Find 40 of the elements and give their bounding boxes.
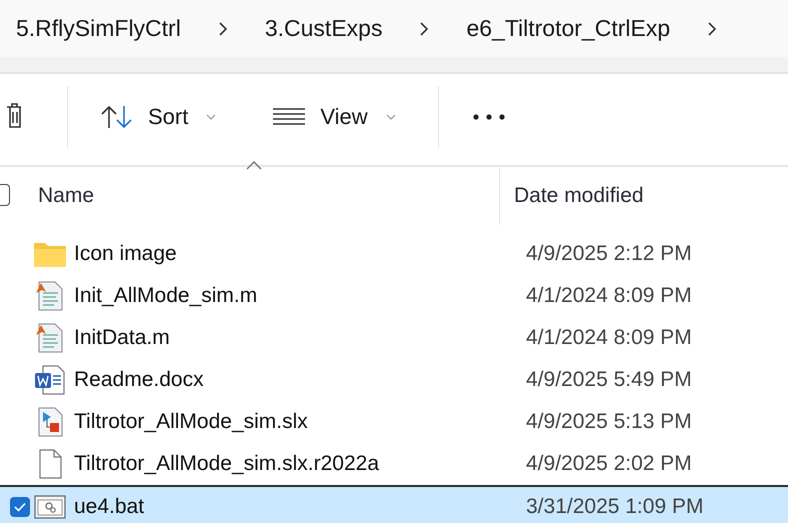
list-view-icon xyxy=(272,107,306,127)
file-name: ue4.bat xyxy=(74,495,144,519)
view-button[interactable]: View xyxy=(270,98,398,136)
breadcrumb-item[interactable]: e6_Tiltrotor_CtrlExp xyxy=(466,15,670,42)
chevron-right-icon[interactable] xyxy=(707,20,718,36)
file-row[interactable]: InitData.m 4/1/2024 8:09 PM xyxy=(0,317,788,359)
chevron-down-icon xyxy=(206,114,216,120)
breadcrumb-item[interactable]: 5.RflySimFlyCtrl xyxy=(16,15,181,42)
sort-button[interactable]: Sort xyxy=(98,98,218,136)
checkbox-checked-icon[interactable] xyxy=(10,497,30,517)
file-row[interactable]: Init_AllMode_sim.m 4/1/2024 8:09 PM xyxy=(0,275,788,317)
date-modified: 4/9/2025 2:02 PM xyxy=(526,452,692,476)
breadcrumb-item[interactable]: 3.CustExps xyxy=(264,15,382,42)
file-row[interactable]: Tiltrotor_AllMode_sim.slx 4/9/2025 5:13 PM xyxy=(0,401,788,443)
file-name: Readme.docx xyxy=(74,368,204,392)
file-name: Tiltrotor_AllMode_sim.slx.r2022a xyxy=(74,452,380,476)
file-name: Tiltrotor_AllMode_sim.slx xyxy=(74,410,308,434)
file-row[interactable]: Tiltrotor_AllMode_sim.slx.r2022a 4/9/2025 2:02 PM xyxy=(0,443,788,485)
date-modified: 4/9/2025 5:13 PM xyxy=(526,410,692,434)
column-header[interactable]: Date modified xyxy=(514,184,644,208)
file-name: InitData.m xyxy=(74,326,170,350)
column-header[interactable]: Name xyxy=(38,184,94,208)
word-document-icon xyxy=(34,364,66,396)
date-modified: 4/9/2025 2:12 PM xyxy=(526,242,692,266)
date-modified: 4/1/2024 8:09 PM xyxy=(526,284,692,308)
date-modified: 3/31/2025 1:09 PM xyxy=(526,495,704,519)
folder-icon xyxy=(34,241,66,267)
sort-arrows-icon xyxy=(100,104,134,130)
chevron-right-icon[interactable] xyxy=(218,20,228,36)
file-row[interactable]: Readme.docx 4/9/2025 5:49 PM xyxy=(0,359,788,401)
more-options-icon[interactable] xyxy=(472,114,505,120)
chevron-right-icon[interactable] xyxy=(419,20,430,36)
batch-file-icon xyxy=(34,493,66,521)
file-name: Icon image xyxy=(74,242,177,266)
date-modified: 4/9/2025 5:49 PM xyxy=(526,368,692,392)
file-name: Init_AllMode_sim.m xyxy=(74,284,258,308)
date-modified: 4/1/2024 8:09 PM xyxy=(526,326,692,350)
chevron-down-icon xyxy=(386,114,396,120)
file-row[interactable]: Icon image 4/9/2025 2:12 PM xyxy=(0,233,788,275)
file-row[interactable]: ue4.bat 3/31/2025 1:09 PM xyxy=(0,485,788,523)
